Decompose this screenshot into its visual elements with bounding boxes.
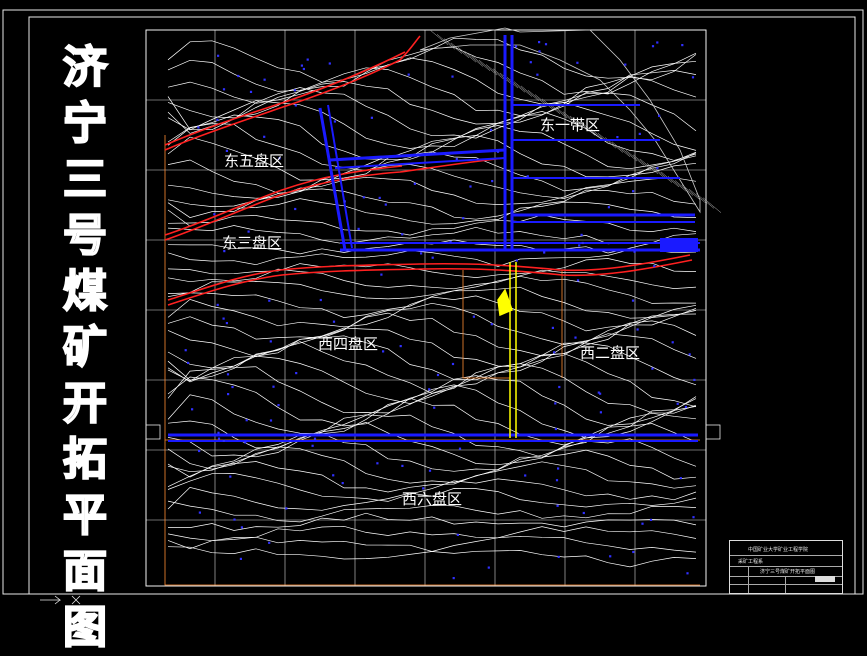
title-char: 面 — [62, 545, 108, 598]
zone-label-dong-san-pan: 东三盘区 — [222, 234, 283, 252]
title-char: 号 — [62, 209, 108, 262]
title-char: 煤 — [62, 265, 108, 318]
titleblock-school: 中国矿业大学矿业工程学院 — [748, 547, 809, 553]
title-char: 拓 — [62, 433, 108, 486]
title-char: 矿 — [62, 321, 108, 374]
title-block: 中国矿业大学矿业工程学院 采矿工程系 济宁三号煤矿开拓平面图 — [729, 540, 843, 594]
zone-label-xi-liu-pan: 西六盘区 — [402, 490, 463, 508]
zone-label-dong-wu-pan: 东五盘区 — [224, 152, 285, 170]
cad-drawing-canvas — [2, 9, 864, 605]
title-char: 济 — [62, 41, 108, 94]
title-char: 图 — [62, 601, 108, 654]
title-char: 平 — [62, 489, 108, 542]
title-char: 宁 — [62, 97, 108, 150]
title-char: 三 — [62, 153, 108, 206]
title-char: 开 — [62, 377, 108, 430]
zone-label-xi-si-pan: 西四盘区 — [318, 335, 379, 353]
vertical-drawing-title: 济 宁 三 号 煤 矿 开 拓 平 面 图 — [55, 40, 115, 656]
titleblock-drawing-name: 济宁三号煤矿开拓平面图 — [760, 569, 816, 575]
section-marks — [40, 424, 721, 605]
titleblock-dept: 采矿工程系 — [738, 559, 764, 565]
zone-label-xi-er-pan: 西二盘区 — [580, 344, 641, 362]
zone-label-dong-yi-dai: 东一带区 — [540, 116, 601, 134]
